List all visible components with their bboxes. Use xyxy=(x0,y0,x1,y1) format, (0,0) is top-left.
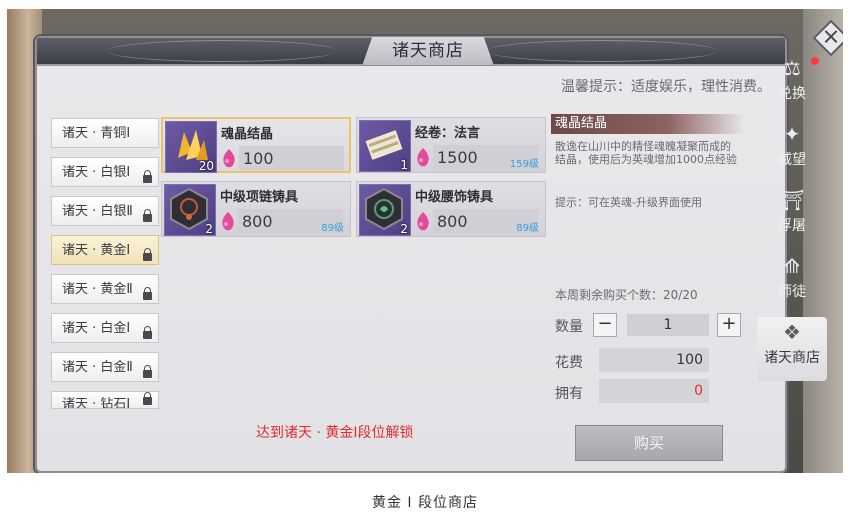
item-count: 2 xyxy=(205,222,213,236)
cost-value: 100 xyxy=(599,348,709,372)
waist-mold-icon: 2 xyxy=(359,184,411,236)
soul-gem-icon xyxy=(223,149,235,168)
soul-gem-icon xyxy=(417,148,429,167)
notification-dot xyxy=(811,57,819,65)
rank-tabs: 诸天 · 青铜Ⅰ 诸天 · 白银Ⅰ 诸天 · 白银Ⅱ 诸天 · 黄金Ⅰ 诸天 ·… xyxy=(51,118,159,418)
weekly-remaining: 本周剩余购买个数：20/20 xyxy=(555,288,698,302)
necklace-mold-icon: 2 xyxy=(164,184,216,236)
scroll-icon: 1 xyxy=(359,120,411,172)
scales-icon: ⚖ xyxy=(783,56,801,80)
shop-item[interactable]: 20 魂晶结晶 100 xyxy=(161,117,351,173)
tab-platinum-1[interactable]: 诸天 · 白金Ⅰ xyxy=(51,313,159,343)
tab-platinum-2[interactable]: 诸天 · 白金Ⅱ xyxy=(51,352,159,382)
nav-label: 诸天商店 xyxy=(764,350,820,366)
tab-label: 诸天 · 白银Ⅰ xyxy=(62,165,131,180)
item-name: 魂晶结晶 xyxy=(221,127,274,142)
nav-mentor[interactable]: ⟰ 师徒 xyxy=(757,251,827,313)
item-count: 20 xyxy=(198,159,214,173)
title-plate: 诸天商店 xyxy=(362,36,494,66)
nav-label: 浮屠 xyxy=(778,218,806,234)
title-ornament-left xyxy=(107,40,337,62)
decrease-button[interactable]: − xyxy=(593,313,617,337)
tab-bronze-1[interactable]: 诸天 · 青铜Ⅰ xyxy=(51,118,159,148)
nav-zhutian-shop[interactable]: ❖ 诸天商店 xyxy=(757,317,827,381)
unlock-notice: 达到诸天 · 黄金Ⅰ段位解锁 xyxy=(256,425,414,441)
lock-icon xyxy=(143,209,152,222)
title-ornament-right xyxy=(487,40,717,62)
tab-silver-1[interactable]: 诸天 · 白银Ⅰ xyxy=(51,157,159,187)
crystal-icon: 20 xyxy=(165,121,217,173)
item-price: 800 xyxy=(437,212,468,231)
title-bar: 诸天商店 xyxy=(37,36,785,66)
own-label: 拥有 xyxy=(555,386,583,402)
tab-label: 诸天 · 白银Ⅱ xyxy=(62,204,133,219)
shop-dialog: 诸天商店 温馨提示：适度娱乐，理性消费。 诸天 · 青铜Ⅰ 诸天 · 白银Ⅰ 诸… xyxy=(35,36,787,473)
mentor-icon: ⟰ xyxy=(783,254,801,278)
shop-item[interactable]: 2 中级腰饰铸具 800 89级 xyxy=(356,181,546,237)
item-price: 800 xyxy=(242,212,273,231)
shop-item[interactable]: 1 经卷：法言 1500 159级 xyxy=(356,117,546,173)
tab-label: 诸天 · 白金Ⅱ xyxy=(62,360,133,375)
tab-label: 诸天 · 钻石Ⅰ xyxy=(62,397,131,409)
item-detail-panel: 魂晶结晶 散逸在山川中的精怪魂魄凝聚而成的结晶，使用后为英魂增加1000点经验 … xyxy=(551,114,749,404)
quantity-input[interactable]: 1 xyxy=(627,314,709,336)
lock-icon xyxy=(143,170,152,183)
shop-emblem-icon: ❖ xyxy=(783,320,801,344)
nav-prestige[interactable]: ✦ 威望 xyxy=(757,119,827,181)
item-count: 1 xyxy=(400,158,408,172)
own-value: 0 xyxy=(599,379,709,403)
nav-pagoda[interactable]: ⛩ 浮屠 xyxy=(757,185,827,247)
quantity-label: 数量 xyxy=(555,319,583,335)
lock-icon xyxy=(143,248,152,261)
tab-label: 诸天 · 黄金Ⅱ xyxy=(62,282,133,297)
item-name: 中级腰饰铸具 xyxy=(415,190,494,205)
nav-exchange[interactable]: ⚖ 兑换 xyxy=(757,53,827,115)
window-title: 诸天商店 xyxy=(392,41,464,61)
increase-button[interactable]: + xyxy=(717,313,741,337)
game-screen: 诸天商店 温馨提示：适度娱乐，理性消费。 诸天 · 青铜Ⅰ 诸天 · 白银Ⅰ 诸… xyxy=(7,9,843,473)
item-name: 中级项链铸具 xyxy=(220,190,299,205)
cost-label: 花费 xyxy=(555,355,583,371)
right-nav: ⚖ 兑换 ✦ 威望 ⛩ 浮屠 ⟰ 师徒 ❖ 诸天商店 xyxy=(757,49,827,381)
detail-title: 魂晶结晶 xyxy=(551,114,745,134)
pagoda-icon: ⛩ xyxy=(779,188,805,212)
tab-silver-2[interactable]: 诸天 · 白银Ⅱ xyxy=(51,196,159,226)
image-caption: 黄金 I 段位商店 xyxy=(371,495,479,511)
lock-icon xyxy=(143,392,152,405)
item-level: 89级 xyxy=(516,223,539,234)
consumption-tip: 温馨提示：适度娱乐，理性消费。 xyxy=(561,79,771,95)
item-price: 1500 xyxy=(437,148,478,167)
tab-diamond-1[interactable]: 诸天 · 钻石Ⅰ xyxy=(51,391,159,409)
item-level: 89级 xyxy=(321,223,344,234)
lock-icon xyxy=(143,287,152,300)
nav-label: 师徒 xyxy=(778,284,806,300)
item-count: 2 xyxy=(400,222,408,236)
soul-gem-icon xyxy=(417,212,429,231)
item-level: 159级 xyxy=(509,159,539,170)
tab-gold-2[interactable]: 诸天 · 黄金Ⅱ xyxy=(51,274,159,304)
lock-icon xyxy=(143,365,152,378)
item-name: 经卷：法言 xyxy=(415,126,481,141)
soul-gem-icon xyxy=(222,212,234,231)
detail-hint: 提示：可在英魂-升级界面使用 xyxy=(555,196,702,209)
shop-item[interactable]: 2 中级项链铸具 800 89级 xyxy=(161,181,351,237)
nav-label: 威望 xyxy=(778,152,806,168)
winged-emblem-icon: ✦ xyxy=(783,122,801,146)
tab-label: 诸天 · 青铜Ⅰ xyxy=(62,126,131,141)
detail-description: 散逸在山川中的精怪魂魄凝聚而成的结晶，使用后为英魂增加1000点经验 xyxy=(555,140,737,166)
nav-label: 兑换 xyxy=(778,86,806,102)
tab-label: 诸天 · 黄金Ⅰ xyxy=(62,243,131,258)
tab-gold-1[interactable]: 诸天 · 黄金Ⅰ xyxy=(51,235,159,265)
tab-label: 诸天 · 白金Ⅰ xyxy=(62,321,131,336)
buy-button[interactable]: 购买 xyxy=(575,425,723,461)
lock-icon xyxy=(143,326,152,339)
item-price: 100 xyxy=(243,149,274,168)
